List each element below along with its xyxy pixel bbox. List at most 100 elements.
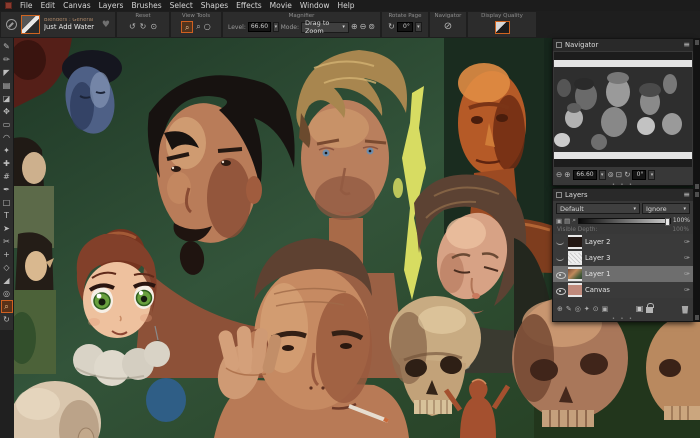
zoom-level-spinner[interactable]: ▾ bbox=[273, 22, 279, 32]
composite-method-dropdown[interactable]: Default ▾ bbox=[556, 203, 640, 214]
rotate-page-icon[interactable]: ↻ bbox=[388, 21, 395, 33]
dock-scroll-handle[interactable] bbox=[695, 192, 699, 197]
eraser-tool[interactable]: ◤ bbox=[1, 66, 13, 79]
nav-zoom-caret[interactable]: ▾ bbox=[599, 170, 606, 180]
layer-attribute-icon[interactable]: ✑ bbox=[684, 238, 690, 246]
grabber-view-icon[interactable]: ⌕ bbox=[196, 21, 200, 33]
lock-layer-icon[interactable] bbox=[646, 307, 653, 313]
menu-item-select[interactable]: Select bbox=[170, 0, 193, 11]
transform-tool[interactable]: ✥ bbox=[1, 105, 13, 118]
rotate-angle-spinner[interactable]: ▾ bbox=[415, 22, 422, 32]
menu-item-brushes[interactable]: Brushes bbox=[131, 0, 161, 11]
pencil-tool[interactable]: ✏ bbox=[1, 53, 13, 66]
magnifier-tool[interactable]: ⌕ bbox=[1, 300, 13, 313]
menu-item-help[interactable]: Help bbox=[337, 0, 354, 11]
zoom-level-field[interactable]: 66.60 bbox=[248, 22, 271, 32]
add-point-tool[interactable]: + bbox=[1, 248, 13, 261]
dock-scroll-handle[interactable] bbox=[695, 40, 699, 45]
layer-adjuster-tool[interactable]: ✚ bbox=[1, 157, 13, 170]
nav-zoom-reset-icon[interactable]: ⊚ bbox=[608, 170, 614, 179]
navigator-panel-menu-icon[interactable]: ≡ bbox=[683, 40, 690, 50]
brush-library-icon[interactable] bbox=[6, 19, 17, 30]
menu-item-shapes[interactable]: Shapes bbox=[201, 0, 228, 11]
dock-scroll-handle[interactable] bbox=[695, 184, 699, 189]
magnifier-view-icon[interactable]: ⌕ bbox=[181, 21, 193, 33]
layers-drag-handle[interactable]: • • • bbox=[553, 315, 693, 323]
chalk-tool[interactable]: ◪ bbox=[1, 92, 13, 105]
favorite-heart-icon[interactable]: ♥ bbox=[102, 20, 110, 30]
nav-zoom-field[interactable]: 66.60 bbox=[573, 170, 597, 180]
transparency-checker-icon[interactable]: ▣ bbox=[636, 304, 644, 313]
menu-item-movie[interactable]: Movie bbox=[270, 0, 292, 11]
text-tool[interactable]: T bbox=[1, 209, 13, 222]
rotate-view-icon[interactable]: ○ bbox=[204, 21, 211, 33]
visibility-eye-icon[interactable] bbox=[556, 270, 565, 279]
layer-row-layer2[interactable]: Layer 2 ✑ bbox=[553, 234, 693, 250]
zoom-mode-dropdown[interactable]: Drag to Zoom ▾ bbox=[301, 22, 349, 33]
navigator-compass-icon[interactable]: ⊘ bbox=[444, 21, 452, 33]
layer-attribute-icon[interactable]: ✑ bbox=[684, 270, 690, 278]
menu-item-effects[interactable]: Effects bbox=[236, 0, 262, 11]
rect-shape-tool[interactable]: □ bbox=[1, 196, 13, 209]
scissors-tool[interactable]: ✂ bbox=[1, 235, 13, 248]
display-quality-icon[interactable] bbox=[495, 21, 510, 34]
brush-tool[interactable]: ✎ bbox=[1, 40, 13, 53]
dropper-tool[interactable]: ◢ bbox=[1, 274, 13, 287]
nav-zoom-in-icon[interactable]: ⊕ bbox=[564, 170, 570, 179]
menu-item-window[interactable]: Window bbox=[300, 0, 330, 11]
dock-scroll-handle[interactable] bbox=[695, 315, 699, 320]
nav-fit-icon[interactable]: ⊡ bbox=[616, 170, 622, 179]
paint-bucket-tool[interactable]: ◎ bbox=[1, 287, 13, 300]
visibility-eye-icon[interactable] bbox=[556, 286, 565, 295]
shape-select-tool[interactable]: ➤ bbox=[1, 222, 13, 235]
layer-row-layer3[interactable]: Layer 3 ✑ bbox=[553, 250, 693, 266]
zoom-in-icon[interactable]: ⊕ bbox=[351, 21, 358, 33]
magic-wand-tool[interactable]: ✦ bbox=[1, 144, 13, 157]
new-watercolor-layer-icon[interactable]: ✎ bbox=[566, 305, 572, 313]
layer-mask-icon[interactable]: ⊙ bbox=[593, 305, 599, 313]
layers-panel-menu-icon[interactable]: ≡ bbox=[683, 190, 690, 200]
layer-row-canvas[interactable]: Canvas ✑ bbox=[553, 282, 693, 298]
layer-attribute-icon[interactable]: ✑ bbox=[684, 254, 690, 262]
menu-item-file[interactable]: File bbox=[20, 0, 33, 11]
opacity-slider[interactable] bbox=[578, 218, 671, 224]
nav-angle-caret[interactable]: ▾ bbox=[648, 170, 655, 180]
menu-item-edit[interactable]: Edit bbox=[41, 0, 56, 11]
layers-panel-header[interactable]: Layers ≡ bbox=[553, 189, 693, 201]
new-liquid-ink-layer-icon[interactable]: ◎ bbox=[575, 305, 581, 313]
nav-zoom-out-icon[interactable]: ⊖ bbox=[556, 170, 562, 179]
group-layers-icon[interactable]: ▣ bbox=[602, 305, 609, 313]
zoom-reset-icon[interactable]: ⊚ bbox=[368, 21, 375, 33]
zoom-out-icon[interactable]: ⊖ bbox=[360, 21, 367, 33]
convert-point-tool[interactable]: ◇ bbox=[1, 261, 13, 274]
menu-item-canvas[interactable]: Canvas bbox=[63, 0, 91, 11]
menu-item-layers[interactable]: Layers bbox=[99, 0, 124, 11]
layer-row-layer1[interactable]: Layer 1 ✑ bbox=[553, 266, 693, 282]
visibility-eye-icon[interactable] bbox=[556, 254, 565, 263]
nav-rotate-icon[interactable]: ↻ bbox=[624, 170, 630, 179]
panel-dock-scrollbar[interactable] bbox=[694, 38, 700, 322]
composite-depth-dropdown[interactable]: Ignore ▾ bbox=[642, 203, 690, 214]
nav-angle-field[interactable]: 0° bbox=[632, 170, 646, 180]
rotate-page-tool[interactable]: ↻ bbox=[1, 313, 13, 326]
restore-defaults-icon[interactable]: ⊙ bbox=[150, 21, 157, 33]
visibility-eye-icon[interactable] bbox=[556, 238, 565, 247]
rect-select-tool[interactable]: ▭ bbox=[1, 118, 13, 131]
navigator-panel-header[interactable]: Navigator ≡ bbox=[553, 39, 693, 51]
new-layer-icon[interactable]: ⊕ bbox=[557, 305, 563, 313]
layer-pickup-icon[interactable]: ▤ bbox=[564, 217, 570, 225]
rotate-angle-field[interactable]: 0° bbox=[397, 22, 413, 32]
brush-variant-icon[interactable] bbox=[21, 15, 40, 34]
crop-tool[interactable]: # bbox=[1, 170, 13, 183]
layer-magnify-icon[interactable]: ⌕ bbox=[572, 216, 576, 225]
lasso-tool[interactable]: ◠ bbox=[1, 131, 13, 144]
layer-attribute-icon[interactable]: ✑ bbox=[684, 286, 690, 294]
reset-all-tools-icon[interactable]: ↻ bbox=[140, 21, 147, 33]
dynamic-plugins-icon[interactable]: ✦ bbox=[584, 305, 590, 313]
navigator-thumbnail[interactable] bbox=[554, 52, 692, 167]
layer-lock-transparency-icon[interactable]: ▣ bbox=[556, 217, 562, 225]
reset-tool-icon[interactable]: ↺ bbox=[129, 21, 136, 33]
pen-tool[interactable]: ✒ bbox=[1, 183, 13, 196]
paper-selector-tool[interactable]: ▤ bbox=[1, 79, 13, 92]
delete-layer-icon[interactable] bbox=[681, 306, 689, 314]
